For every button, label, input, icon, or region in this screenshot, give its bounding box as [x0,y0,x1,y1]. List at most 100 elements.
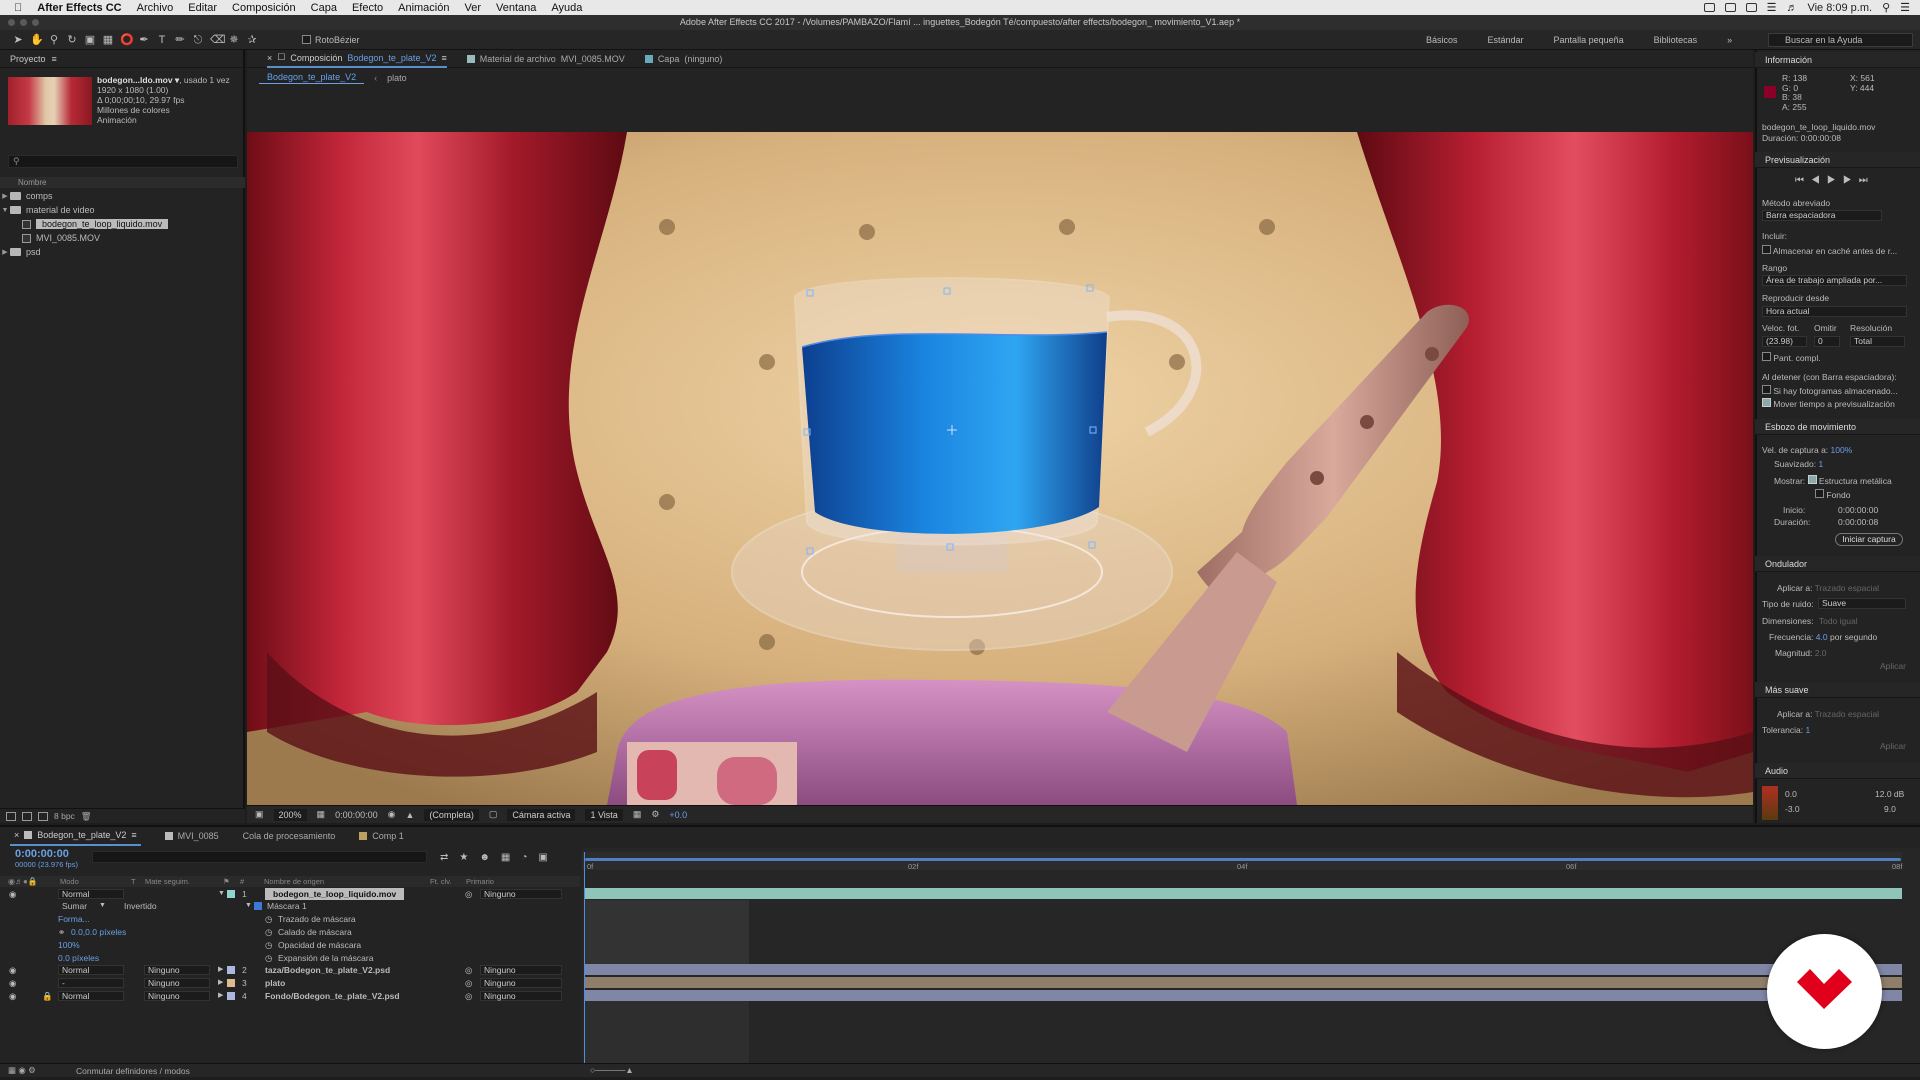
tolerance-value[interactable]: 1 [1805,725,1810,735]
clock[interactable]: Vie 8:09 p.m. [1807,2,1872,14]
mask-shape-button[interactable]: Forma... [58,913,90,925]
preview-panel-title[interactable]: Previsualización [1765,155,1830,165]
menu-app[interactable]: After Effects CC [37,2,121,14]
label-color-swatch[interactable] [227,992,235,1000]
fps-dropdown[interactable]: (23.98) [1762,336,1807,347]
type-tool-icon[interactable]: T [156,34,168,46]
layer-switches-icon[interactable]: ▦ ◉ ⚙ [8,1065,36,1076]
frequency-value[interactable]: 4.0 [1816,632,1828,642]
blend-mode-dropdown[interactable]: Normal [58,965,124,975]
layer-bar-3[interactable] [584,977,1902,988]
volume-icon[interactable]: ♬ [1786,2,1797,14]
safe-margins-icon[interactable]: ▦ [317,809,326,820]
layer-bar-4[interactable] [584,990,1902,1001]
tab-mvi0085[interactable]: MVI_0085 [164,826,219,846]
smoother-apply-dropdown[interactable]: Trazado espacial [1815,709,1879,719]
mask-inverted-option[interactable]: Invertido [124,900,157,912]
noise-type-dropdown[interactable]: Suave [1818,598,1906,609]
resolution-dropdown-preview[interactable]: Total [1850,336,1905,347]
cached-option[interactable]: Si hay fotogramas almacenado... [1762,385,1898,396]
mask-keyframe-area[interactable] [584,900,749,964]
move-time-option[interactable]: Mover tiempo a previsualización [1762,398,1895,409]
playfrom-dropdown[interactable]: Hora actual [1762,306,1907,317]
panel-menu-icon[interactable]: ≡ [131,830,136,840]
layer-bar-1[interactable] [584,888,1902,899]
blend-mode-dropdown[interactable]: - [58,978,124,988]
expand-arrow-icon[interactable]: ▶ [218,977,223,989]
breadcrumb-layer[interactable]: plato [387,73,407,83]
collapse-arrow-icon[interactable]: ▼ [0,207,10,214]
link-icon[interactable]: ⚭ [58,926,65,938]
expand-arrow-icon[interactable]: ▶ [218,964,223,976]
tab-layer[interactable]: Capa (ninguno) [644,50,722,68]
collapse-arrow-icon[interactable]: ▼ [218,888,225,900]
comp-mini-flowchart-icon[interactable]: ⇄ [440,852,448,863]
col-matte[interactable]: Mate seguim. [145,877,190,886]
minimize-window-icon[interactable] [20,19,27,26]
ellipse-tool-icon[interactable]: ⭕ [120,34,134,46]
tree-item-mvi0085[interactable]: MVI_0085.MOV [0,231,245,245]
layer-row-4[interactable]: ◉ 🔒 Normal Ninguno ▶ 4 Fondo/Bodegon_te_… [0,990,580,1002]
tree-item-comps[interactable]: ▶ comps [0,189,245,203]
workspace-pantalla-pequena[interactable]: Pantalla pequeña [1554,35,1624,45]
play-icon[interactable]: ▶ [1827,175,1843,186]
stopwatch-icon[interactable]: ◷ [265,939,272,951]
parent-pickwhip-icon[interactable]: ◎ [465,977,472,989]
layer-row-2[interactable]: ◉ Normal Ninguno ▶ 2 taza/Bodegon_te_pla… [0,964,580,976]
expand-arrow-icon[interactable]: ▶ [218,990,223,1002]
magnitude-value[interactable]: 2.0 [1815,648,1827,658]
apple-icon[interactable]:  [14,2,22,14]
shy-layers-icon[interactable]: ☻ [479,852,490,863]
col-number[interactable]: # [240,877,244,886]
clone-stamp-tool-icon[interactable]: ⎋ [192,34,204,46]
rotate-tool-icon[interactable]: ↻ [66,34,78,46]
col-parent[interactable]: Primario [466,877,494,886]
start-capture-button[interactable]: Iniciar captura [1835,533,1903,546]
shortcut-dropdown[interactable]: Barra espaciadora [1762,210,1882,221]
col-source-name[interactable]: Nombre de origen [264,877,324,886]
cache-option[interactable]: Almacenar en caché antes de r... [1762,245,1897,256]
frame-blending-icon[interactable]: ▦ [501,852,510,863]
layer-row-3[interactable]: ◉ - Ninguno ▶ 3 plato ◎ Ninguno [0,977,580,989]
eraser-tool-icon[interactable]: ⌫ [210,34,226,46]
close-tab-icon[interactable]: × [14,830,19,840]
last-frame-icon[interactable]: ⏭ [1859,175,1875,186]
tab-composition[interactable]: × ☐ Composición Bodegon_te_plate_V2 ≡ [267,50,447,68]
close-tab-icon[interactable]: × [267,53,272,63]
menu-efecto[interactable]: Efecto [352,2,383,14]
capture-speed-value[interactable]: 100 [1831,445,1845,455]
zoom-tool-icon[interactable]: ⚲ [48,34,60,46]
menu-composicion[interactable]: Composición [232,2,296,14]
toggle-switches-modes[interactable]: Conmutar definidores / modos [76,1066,190,1076]
menu-capa[interactable]: Capa [311,2,337,14]
smoother-apply-button[interactable]: Aplicar [1880,741,1906,751]
workspace-estandar[interactable]: Estándar [1488,35,1524,45]
camera-dropdown[interactable]: Cámara activa [507,808,576,821]
stopwatch-icon[interactable]: ◷ [265,926,272,938]
lock-icon[interactable]: 🔒 [42,990,53,1002]
project-panel-title[interactable]: Proyecto [10,54,46,64]
new-composition-icon[interactable] [38,811,48,821]
expand-arrow-icon[interactable]: ▶ [0,248,10,256]
parent-pickwhip-icon[interactable]: ◎ [465,990,472,1002]
menu-ayuda[interactable]: Ayuda [551,2,582,14]
label-tag-icon[interactable]: ⚑ [223,877,230,886]
layer-name[interactable]: taza/Bodegon_te_plate_V2.psd [265,964,390,976]
views-dropdown[interactable]: 1 Vista [585,808,623,821]
tree-item-psd[interactable]: ▶ psd [0,245,245,259]
bpc-toggle[interactable]: 8 bpc [54,811,75,821]
project-search-input[interactable]: ⚲ [8,155,238,168]
selection-tool-icon[interactable]: ➤ [12,34,24,46]
always-preview-icon[interactable]: ▣ [255,809,264,820]
wiggler-title[interactable]: Ondulador [1765,559,1807,569]
mask-opacity-value[interactable]: 100% [58,939,80,951]
col-mode[interactable]: Modo [60,877,79,886]
fullscreen-option[interactable]: Pant. compl. [1762,352,1821,363]
label-color-swatch[interactable] [227,979,235,987]
draft-3d-icon[interactable]: ★ [459,852,468,863]
panel-menu-icon[interactable]: ≡ [441,53,446,63]
lock-icon[interactable]: ☐ [277,52,285,63]
wifi-icon[interactable]: ☰ [1767,1,1777,14]
interpret-footage-icon[interactable] [6,811,16,821]
menu-editar[interactable]: Editar [188,2,217,14]
